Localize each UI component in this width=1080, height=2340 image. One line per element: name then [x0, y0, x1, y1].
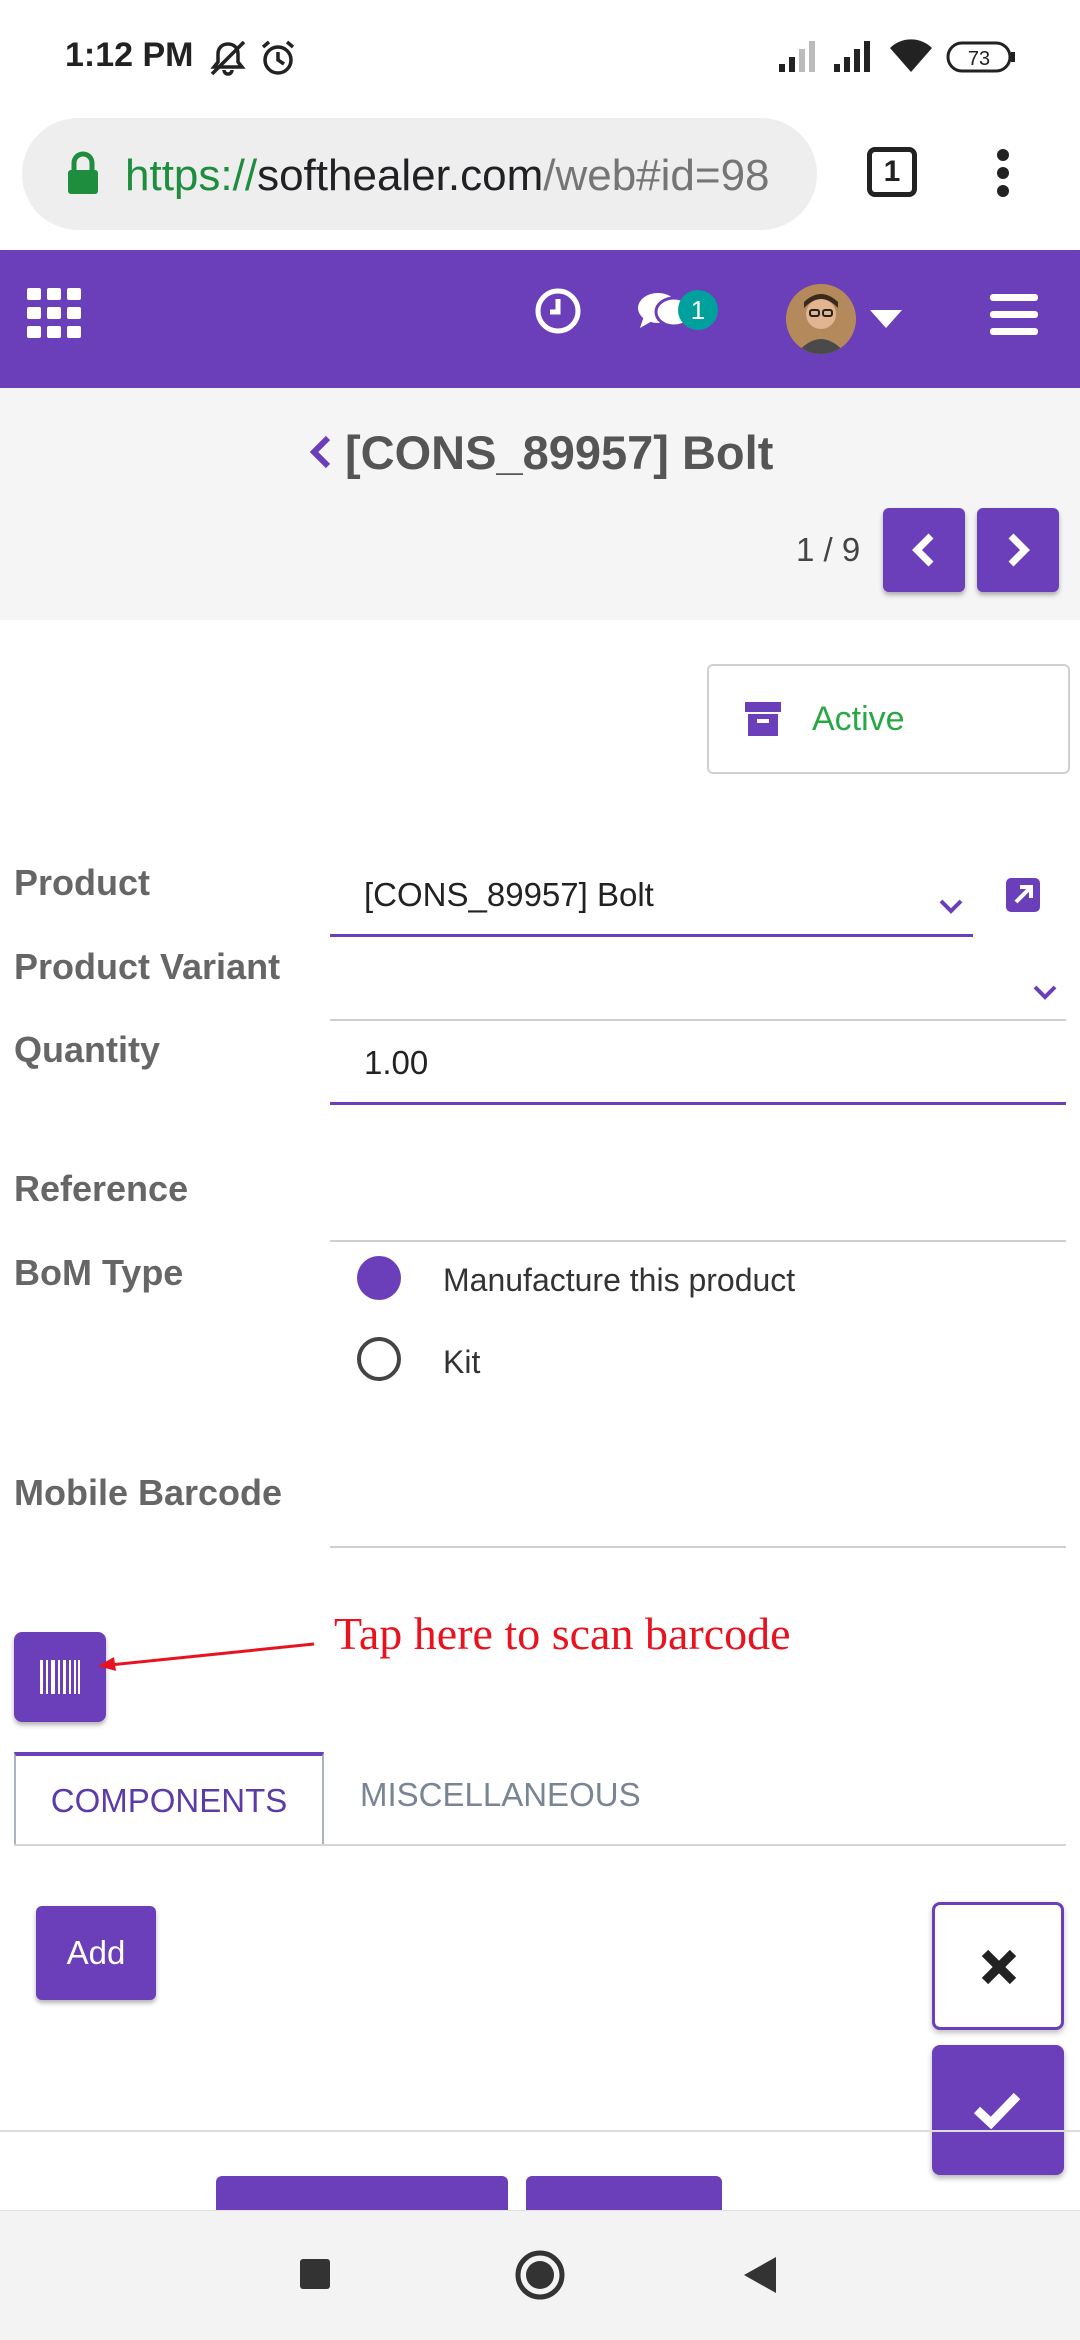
- product-variant-label: Product Variant: [14, 946, 281, 987]
- more-vertical-icon[interactable]: [993, 148, 1013, 203]
- annotation-arrow: [98, 1642, 315, 1671]
- home-circle-icon[interactable]: [514, 2249, 566, 2306]
- alarm-icon: [258, 38, 298, 83]
- battery-level: 73: [968, 48, 990, 70]
- tab-switcher-button[interactable]: 1: [867, 147, 917, 197]
- bom-type-option-kit[interactable]: Kit: [443, 1344, 480, 1381]
- checkmark-icon: [973, 2092, 1021, 2129]
- reference-label: Reference: [14, 1168, 189, 1209]
- bom-type-radio-kit[interactable]: [357, 1337, 401, 1381]
- tab-components[interactable]: COMPONENTS: [14, 1752, 324, 1844]
- record-title: [CONS_89957] Bolt: [345, 426, 774, 479]
- signal-icon: [777, 38, 819, 79]
- url-host: softhealer.com: [257, 151, 544, 200]
- user-menu-caret-icon[interactable]: [870, 310, 902, 333]
- pager-next-button[interactable]: [977, 508, 1059, 592]
- chevron-left-icon: [912, 533, 934, 567]
- avatar[interactable]: [786, 284, 856, 354]
- quantity-underline: [330, 1102, 1066, 1105]
- pager-value: 1 / 9: [796, 531, 861, 568]
- product-label: Product: [14, 862, 151, 903]
- mobile-barcode-label: Mobile Barcode: [14, 1472, 283, 1513]
- bom-type-option-manufacture[interactable]: Manufacture this product: [443, 1262, 795, 1299]
- product-value[interactable]: [CONS_89957] Bolt: [364, 876, 654, 914]
- bom-type-radio-manufacture[interactable]: [357, 1256, 401, 1300]
- signal-icon-2: [832, 38, 874, 79]
- tab-components-label: COMPONENTS: [50, 1782, 288, 1819]
- active-label: Active: [812, 700, 905, 738]
- notifications-muted-icon: [208, 38, 248, 83]
- content-divider: [0, 2130, 1080, 2132]
- activity-clock-icon[interactable]: [534, 287, 582, 340]
- pager-previous-button[interactable]: [883, 508, 965, 592]
- apps-grid-icon[interactable]: [27, 288, 83, 343]
- back-chevron-icon[interactable]: [308, 434, 332, 475]
- chevron-right-icon: [1008, 533, 1030, 567]
- chevron-down-icon[interactable]: [938, 898, 964, 919]
- active-toggle-button[interactable]: Active: [707, 664, 1070, 774]
- mobile-barcode-underline: [330, 1546, 1066, 1548]
- close-icon: [981, 1949, 1017, 1985]
- save-button[interactable]: [932, 2045, 1064, 2175]
- reference-underline: [330, 1240, 1066, 1242]
- address-bar[interactable]: https://softhealer.com/web#id=98: [22, 118, 817, 230]
- quantity-input[interactable]: 1.00: [364, 1044, 428, 1082]
- chat-badge: 1: [678, 290, 718, 330]
- bom-type-label: BoM Type: [14, 1252, 184, 1293]
- discard-button[interactable]: [932, 1902, 1064, 2030]
- chevron-down-icon[interactable]: [1032, 984, 1058, 1005]
- product-field-underline: [330, 934, 973, 937]
- add-line-button[interactable]: Add: [36, 1906, 156, 2000]
- quantity-label: Quantity: [14, 1029, 161, 1070]
- status-bar: 1:12 PM 73: [0, 0, 1080, 112]
- lock-icon: [64, 150, 102, 201]
- external-link-icon[interactable]: [1006, 878, 1040, 917]
- status-time: 1:12 PM: [65, 36, 194, 74]
- wifi-icon: [888, 38, 934, 79]
- url-path: /web#id=98: [543, 151, 770, 200]
- recents-square-icon[interactable]: [298, 2257, 332, 2296]
- archive-icon: [745, 702, 781, 736]
- url-scheme: https://: [125, 151, 258, 200]
- annotation-text: Tap here to scan barcode: [334, 1608, 791, 1659]
- app-header: 1: [0, 250, 1080, 388]
- back-triangle-icon[interactable]: [742, 2255, 778, 2300]
- barcode-icon: [40, 1660, 80, 1694]
- url-text: https://softhealer.com/web#id=98: [125, 151, 770, 201]
- tab-miscellaneous[interactable]: MISCELLANEOUS: [360, 1776, 641, 1814]
- tabs-divider: [14, 1844, 1066, 1846]
- product-variant-underline: [330, 1019, 1066, 1021]
- battery-icon: 73: [946, 40, 1018, 79]
- hamburger-menu-icon[interactable]: [990, 294, 1038, 341]
- system-nav-bar: [0, 2210, 1080, 2340]
